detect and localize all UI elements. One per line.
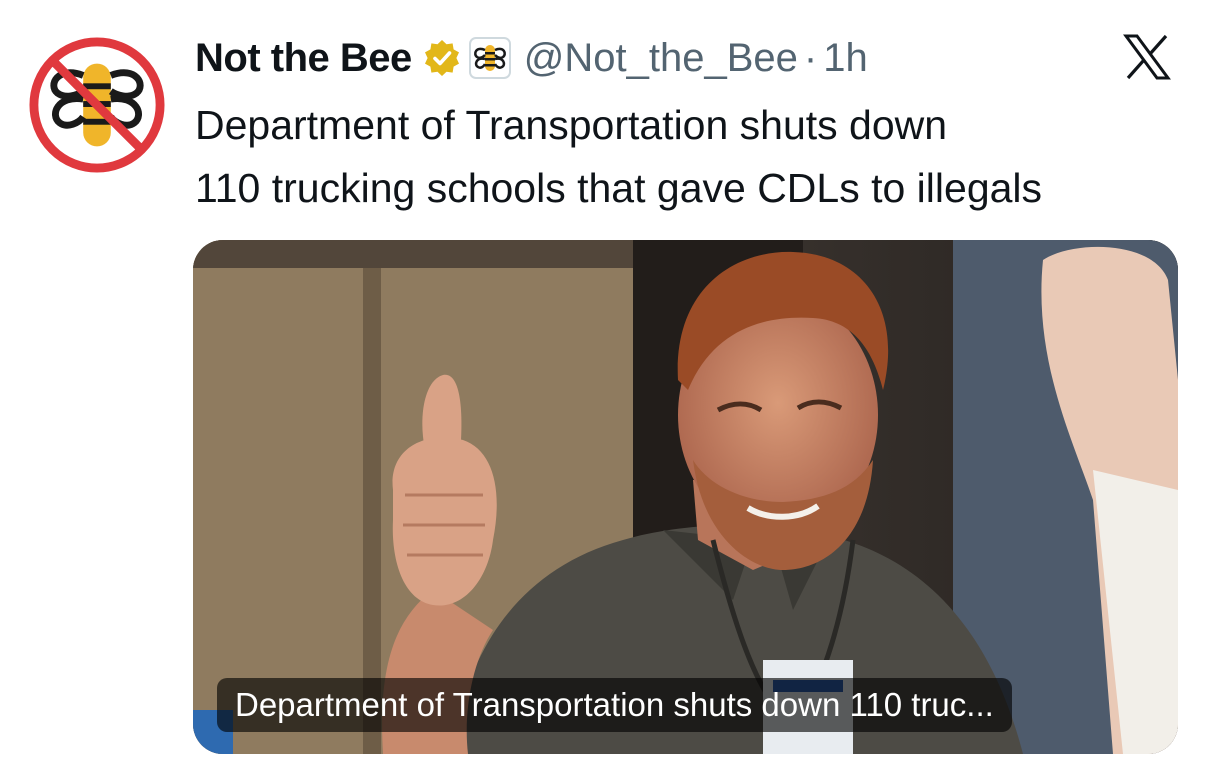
- media-caption: Department of Transportation shuts down …: [217, 678, 1012, 732]
- tweet-card[interactable]: Not the Bee @Not_the_Bee · 1h Department…: [0, 0, 1206, 761]
- link-preview-card[interactable]: Department of Transportation shuts down …: [193, 240, 1178, 754]
- not-the-bee-logo-icon: [29, 37, 165, 173]
- tweet-text-line-2: 110 trucking schools that gave CDLs to i…: [195, 165, 1043, 211]
- tweet-header: Not the Bee @Not_the_Bee · 1h: [195, 28, 868, 88]
- preview-image: [193, 240, 1178, 754]
- bee-affiliate-icon[interactable]: [468, 36, 512, 80]
- handle[interactable]: @Not_the_Bee: [524, 36, 798, 81]
- display-name[interactable]: Not the Bee: [195, 36, 412, 81]
- tweet-text: Department of Transportation shuts down …: [195, 94, 1185, 220]
- verified-badge-icon[interactable]: [422, 38, 462, 78]
- tweet-text-line-1: Department of Transportation shuts down: [195, 102, 948, 148]
- timestamp[interactable]: 1h: [823, 36, 868, 81]
- x-logo-icon[interactable]: [1122, 32, 1172, 82]
- avatar[interactable]: [28, 36, 166, 174]
- separator-dot: ·: [803, 35, 818, 80]
